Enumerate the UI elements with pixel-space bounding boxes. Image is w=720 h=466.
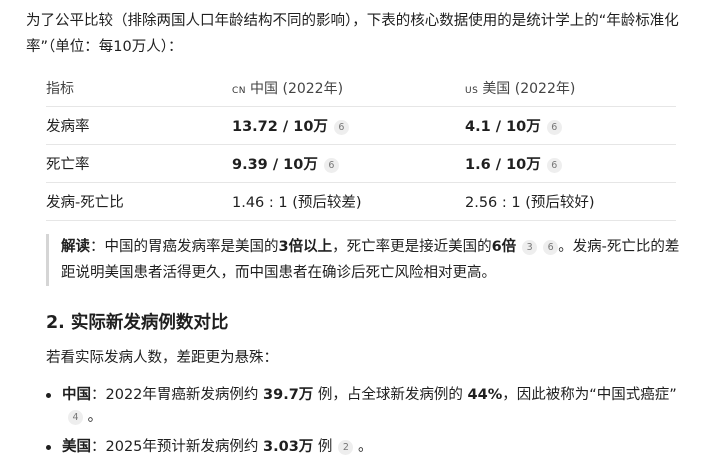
- bullet-text: 。: [353, 439, 373, 455]
- bullet-sep: ：: [91, 387, 106, 403]
- citation-badge[interactable]: 3: [522, 240, 538, 255]
- table-row: 发病-死亡比 1.46 : 1 (预后较差) 2.56 : 1 (预后较好): [46, 182, 676, 221]
- table-row: 死亡率 9.39 / 10万 6 1.6 / 10万 6: [46, 144, 676, 183]
- bullet-sep: ：: [91, 439, 106, 455]
- china-flag-icon: CN: [232, 86, 247, 96]
- citation-badge[interactable]: 4: [68, 410, 83, 425]
- interpretation-sep: ：: [90, 239, 105, 255]
- interpretation-blockquote: 解读：中国的胃癌发病率是美国的3倍以上，死亡率更是接近美国的6倍 3 6 。发病-死亡…: [46, 234, 689, 286]
- citation-badge[interactable]: 6: [546, 158, 562, 173]
- bullet-bold: 44%: [467, 387, 503, 403]
- section-heading: 2. 实际新发病例数对比: [46, 313, 229, 333]
- row-china-value: 13.72 / 10万 6: [232, 106, 465, 145]
- bullet-text: 例，占全球新发病例的: [313, 387, 468, 403]
- header-usa-label: 美国 (2022年): [482, 81, 576, 97]
- row-usa-value: 4.1 / 10万 6: [465, 106, 676, 145]
- row-metric: 发病率: [46, 106, 232, 145]
- interpretation-bold-1: 3倍以上: [278, 239, 333, 255]
- cell-value: 1.6 / 10万: [465, 157, 541, 173]
- table-row: 发病率 13.72 / 10万 6 4.1 / 10万 6: [46, 106, 676, 145]
- section-lead: 若看实际发病人数，差距更为悬殊：: [46, 350, 278, 366]
- usa-flag-icon: US: [465, 86, 479, 96]
- bullet-bold: 39.7万: [263, 387, 314, 403]
- bullet-label: 中国: [62, 387, 91, 403]
- citation-badge[interactable]: 2: [338, 440, 354, 455]
- interpretation-bold-2: 6倍: [491, 239, 517, 255]
- comparison-table: 指标 CN 中国 (2022年) US 美国 (2022年) 发病率 13.72 /…: [46, 70, 676, 221]
- citation-badge[interactable]: 6: [323, 158, 339, 173]
- header-metric: 指标: [46, 70, 232, 107]
- bullet-label: 美国: [62, 439, 91, 455]
- bullet-text: ，因此被称为“中国式癌症”: [502, 387, 677, 403]
- cell-value: 4.1 / 10万: [465, 119, 541, 135]
- bullet-text: 。: [83, 409, 103, 425]
- header-china: CN 中国 (2022年): [232, 70, 465, 107]
- citation-badge[interactable]: 6: [543, 240, 559, 255]
- row-metric: 死亡率: [46, 144, 232, 183]
- bullet-bold: 3.03万: [263, 439, 314, 455]
- row-china-value: 9.39 / 10万 6: [232, 144, 465, 183]
- table-header-row: 指标 CN 中国 (2022年) US 美国 (2022年): [46, 70, 676, 107]
- citation-badge[interactable]: 6: [546, 120, 562, 135]
- interpretation-text-1: 中国的胃癌发病率是美国的: [104, 239, 279, 255]
- header-usa: US 美国 (2022年): [465, 70, 676, 107]
- row-usa-value: 1.6 / 10万 6: [465, 144, 676, 183]
- row-usa-value: 2.56 : 1 (预后较好): [465, 182, 676, 221]
- interpretation-text-2: ，死亡率更是接近美国的: [332, 239, 492, 255]
- list-item: 美国：2025年预计新发病例约 3.03万 例2 。: [44, 436, 684, 458]
- bullet-text: 2025年预计新发病例约: [105, 439, 264, 455]
- bullet-text: 例: [313, 439, 333, 455]
- intro-paragraph: 为了公平比较（排除两国人口年龄结构不同的影响），下表的核心数据使用的是统计学上的…: [26, 13, 679, 55]
- list-item: 中国：2022年胃癌新发病例约 39.7万 例，占全球新发病例的 44%，因此被…: [44, 384, 684, 428]
- bullet-list: 中国：2022年胃癌新发病例约 39.7万 例，占全球新发病例的 44%，因此被…: [44, 384, 684, 466]
- bullet-text: 2022年胃癌新发病例约: [105, 387, 264, 403]
- header-china-label: 中国 (2022年): [250, 81, 344, 97]
- citation-badge[interactable]: 6: [333, 120, 349, 135]
- row-metric: 发病-死亡比: [46, 182, 232, 221]
- row-china-value: 1.46 : 1 (预后较差): [232, 182, 465, 221]
- cell-value: 13.72 / 10万: [232, 119, 328, 135]
- interpretation-label: 解读: [61, 239, 90, 255]
- cell-value: 9.39 / 10万: [232, 157, 318, 173]
